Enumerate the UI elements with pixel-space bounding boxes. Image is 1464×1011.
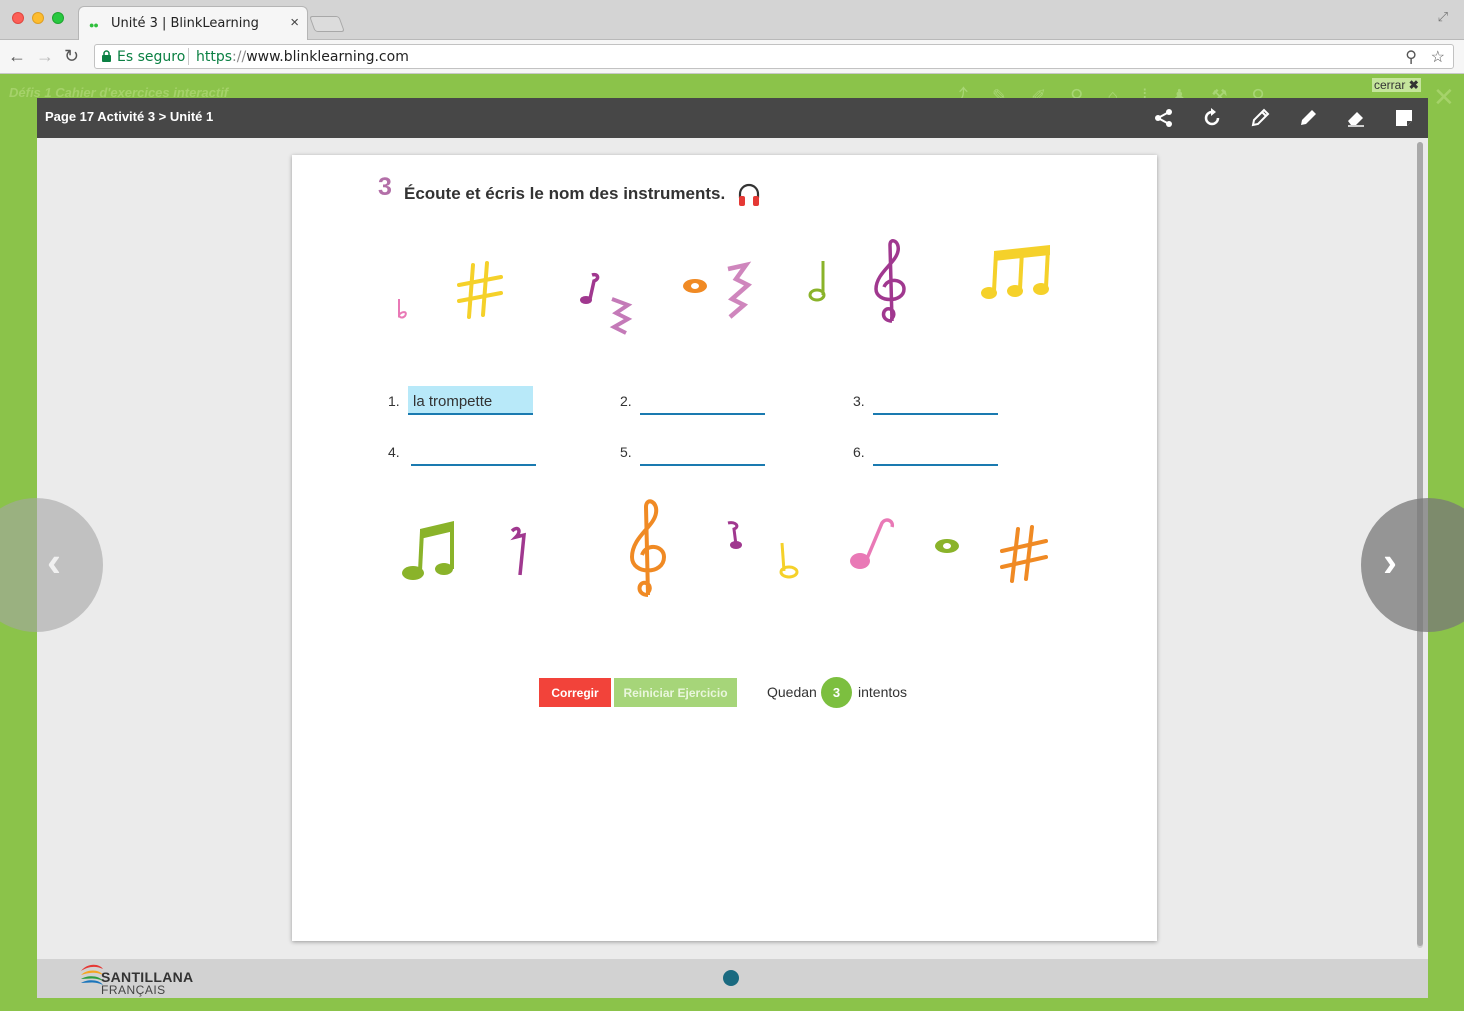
beamed-notes-green-icon — [402, 521, 454, 580]
remaining-prefix: Quedan — [767, 684, 817, 700]
page-indicator-dot[interactable] — [723, 970, 739, 986]
answer-item-4: 4. — [388, 437, 538, 467]
share-icon — [1155, 109, 1172, 127]
answer-number: 2. — [620, 393, 632, 409]
background-bottom — [0, 998, 1464, 1011]
answer-field-6[interactable] — [873, 437, 998, 466]
reset-exercise-button[interactable]: Reiniciar Ejercicio — [614, 678, 737, 707]
answer-item-1: 1. — [388, 386, 538, 416]
answer-item-3: 3. — [853, 386, 1003, 416]
reload-icon[interactable]: ↻ — [64, 46, 79, 67]
cerrar-button[interactable]: cerrar ✖ — [1372, 78, 1421, 92]
viewer-footer: SANTILLANA FRANÇAIS — [37, 959, 1428, 998]
eighth-note-pink-icon — [850, 518, 895, 569]
window-close-button[interactable] — [12, 12, 24, 24]
workbook-page: 3 Écoute et écris le nom des instruments… — [292, 155, 1157, 941]
activity-viewer: Page 17 Activité 3 > Unité 1 3 Écoute et… — [37, 98, 1428, 998]
answer-number: 3. — [853, 393, 865, 409]
browser-tab-bar: ●● Unité 3 | BlinkLearning × ⤢ — [0, 0, 1464, 40]
pen-button[interactable] — [1284, 98, 1332, 138]
beamed-notes-yellow-icon — [981, 245, 1050, 299]
viewer-toolbar — [1140, 98, 1428, 138]
zoom-icon[interactable]: ⚲ — [1405, 47, 1417, 67]
eighth-note-purple-icon — [580, 272, 600, 304]
answer-item-6: 6. — [853, 437, 1003, 467]
note-button[interactable] — [1380, 98, 1428, 138]
remaining-tries-badge: 3 — [821, 677, 852, 708]
note-icon — [1396, 110, 1412, 126]
answer-field-3[interactable] — [873, 386, 998, 415]
santillana-logo: SANTILLANA FRANÇAIS — [79, 961, 193, 997]
url-separator — [188, 48, 189, 65]
activity-number: 3 — [378, 173, 392, 201]
answer-number: 5. — [620, 444, 632, 460]
viewer-header: Page 17 Activité 3 > Unité 1 — [37, 98, 1428, 138]
forward-arrow-icon[interactable]: → — [36, 46, 54, 67]
music-notes-top — [292, 235, 1157, 335]
share-button[interactable] — [1140, 98, 1188, 138]
window-zoom-button[interactable] — [52, 12, 64, 24]
quarter-rest-purple-icon — [510, 526, 526, 576]
answer-row-1: 1. 2. 3. — [292, 386, 1157, 416]
answer-field-5[interactable] — [640, 437, 765, 466]
headphones-icon[interactable] — [736, 182, 762, 208]
activity-title: Écoute et écris le nom des instruments. — [404, 184, 726, 203]
eraser-icon — [1348, 112, 1364, 127]
sharp-symbol-icon — [457, 261, 503, 319]
answer-field-1[interactable] — [408, 386, 533, 415]
browser-tab[interactable]: ●● Unité 3 | BlinkLearning × — [78, 6, 308, 40]
answer-field-2[interactable] — [640, 386, 765, 415]
tab-close-icon[interactable]: × — [290, 14, 299, 31]
half-note-yellow-icon — [779, 542, 799, 579]
back-arrow-icon[interactable]: ← — [8, 46, 26, 67]
bookmark-star-icon[interactable]: ☆ — [1431, 47, 1445, 67]
eraser-button[interactable] — [1332, 98, 1380, 138]
santillana-logo-icon — [81, 964, 103, 985]
app-close-icon[interactable]: ✕ — [1433, 82, 1455, 113]
secure-label: Es seguro — [117, 49, 186, 65]
fullscreen-icon[interactable]: ⤢ — [1438, 9, 1448, 25]
pen-icon — [1301, 110, 1316, 125]
answer-number: 1. — [388, 393, 400, 409]
brand-subtitle: FRANÇAIS — [101, 983, 166, 997]
chevron-left-icon: ‹ — [47, 538, 61, 585]
flat-note-icon — [398, 299, 407, 319]
refresh-button[interactable] — [1188, 98, 1236, 138]
answer-field-4[interactable] — [411, 437, 536, 466]
remaining-suffix: intentos — [858, 684, 908, 700]
quarter-rest-pink-icon — [727, 261, 753, 319]
browser-toolbar: ← → ↻ Es seguro https://www.blinklearnin… — [0, 40, 1464, 74]
answer-item-5: 5. — [620, 437, 770, 467]
answer-row-2: 4. 5. 6. — [292, 437, 1157, 467]
music-notes-bottom — [292, 495, 1157, 605]
rest-note-pink-icon — [609, 297, 633, 335]
answer-number: 6. — [853, 444, 865, 460]
half-note-green-icon — [808, 261, 826, 302]
pencil-button[interactable] — [1236, 98, 1284, 138]
answer-number: 4. — [388, 444, 400, 460]
tab-title: Unité 3 | BlinkLearning — [111, 16, 259, 31]
address-bar[interactable]: Es seguro https://www.blinklearning.com … — [94, 44, 1454, 69]
check-button[interactable]: Corregir — [539, 678, 611, 707]
whole-note-green-icon — [935, 539, 959, 553]
pencil-outline-icon — [1251, 108, 1270, 127]
sharp-symbol-orange-icon — [1000, 525, 1048, 583]
url-text: https://www.blinklearning.com — [196, 49, 409, 65]
chevron-right-icon: › — [1383, 538, 1397, 585]
lock-icon — [102, 50, 111, 62]
favicon-icon: ●● — [89, 20, 99, 30]
breadcrumb: Page 17 Activité 3 > Unité 1 — [45, 109, 214, 124]
treble-clef-orange-icon — [629, 499, 667, 597]
window-minimize-button[interactable] — [32, 12, 44, 24]
new-tab-button[interactable] — [309, 16, 345, 32]
treble-clef-purple-icon — [874, 239, 906, 323]
answer-item-2: 2. — [620, 386, 770, 416]
refresh-icon — [1204, 108, 1220, 126]
eighth-note-purple-small-icon — [727, 521, 742, 549]
whole-note-orange-icon — [683, 279, 707, 293]
